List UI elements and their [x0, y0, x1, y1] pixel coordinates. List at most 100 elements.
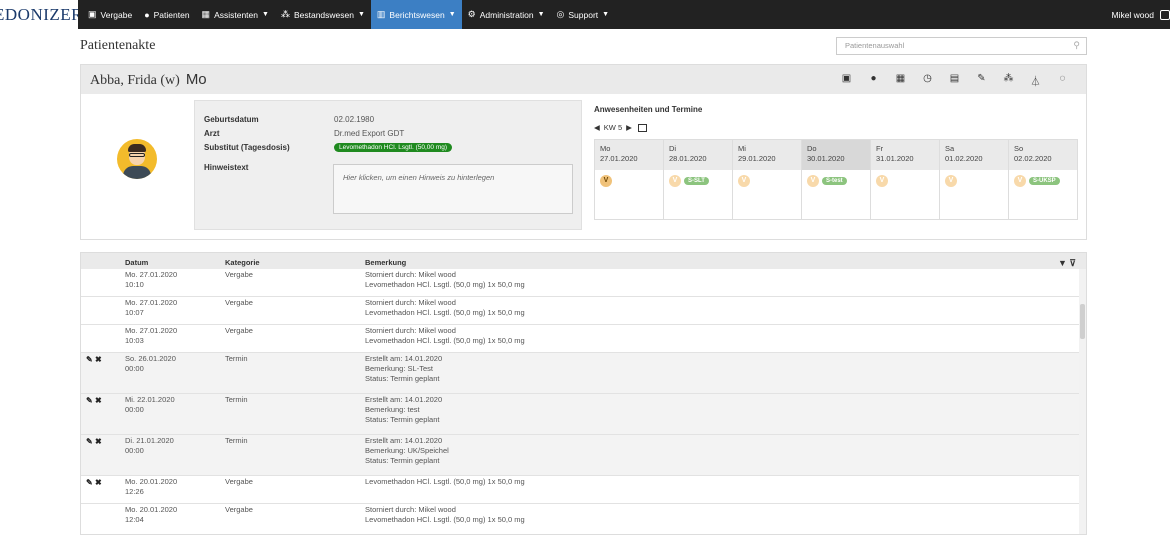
- delete-icon[interactable]: ✖: [95, 437, 102, 446]
- search-icon[interactable]: ⚲: [1073, 40, 1080, 51]
- filter-icon[interactable]: ▼ ⊽: [1058, 258, 1076, 269]
- edit-icon[interactable]: ✎: [86, 396, 93, 405]
- day-header: Fr 31.01.2020: [871, 140, 939, 170]
- dispense-badge[interactable]: V: [669, 175, 681, 187]
- day-date: 29.01.2020: [738, 154, 776, 163]
- remark-line: Levomethadon HCl. Lsgtl. (50,0 mg) 1x 50…: [365, 280, 525, 289]
- nav-item-support[interactable]: ◎ Support ▼: [551, 0, 616, 29]
- app-logo[interactable]: EDONIZER: [0, 0, 78, 29]
- day-date: 28.01.2020: [669, 154, 707, 163]
- nav-item-administration[interactable]: ⚙ Administration ▼: [462, 0, 551, 29]
- clock-icon[interactable]: ◷: [914, 73, 941, 88]
- category-cell: Termin: [225, 395, 248, 404]
- next-week-icon[interactable]: ▶: [626, 123, 632, 132]
- table-row[interactable]: ✎ ✖ So. 26.01.2020 00:00 Termin Erstellt am:…: [81, 353, 1081, 394]
- user-menu[interactable]: Mikel wood: [1111, 0, 1170, 29]
- table-row[interactable]: Mo. 27.01.2020 10:07 Vergabe Storniert durc…: [81, 297, 1081, 325]
- table-row[interactable]: ✎ ✖ Mo. 20.01.2020 12:26 Vergabe Levomethado…: [81, 476, 1081, 504]
- caret-down-icon: ▼: [262, 11, 269, 18]
- week-label: KW 5: [603, 123, 623, 132]
- book-icon: ▥: [376, 9, 386, 19]
- appointment-badge[interactable]: S-SLT: [684, 177, 709, 185]
- date-line: Di. 21.01.2020: [125, 436, 174, 445]
- cubes-icon[interactable]: ⁂: [995, 73, 1022, 88]
- date-cell: Mo. 27.01.2020 10:10: [125, 270, 177, 290]
- day-cell[interactable]: Do 30.01.2020 V S-test: [802, 140, 871, 219]
- flask-icon[interactable]: ⏃: [1022, 73, 1049, 88]
- logout-icon[interactable]: [1160, 9, 1170, 20]
- dispense-badge[interactable]: V: [738, 175, 750, 187]
- day-header: Mi 29.01.2020: [733, 140, 801, 170]
- day-cell[interactable]: Fr 31.01.2020 V: [871, 140, 940, 219]
- table-row[interactable]: Mo. 20.01.2020 12:04 Vergabe Storniert durc…: [81, 504, 1081, 534]
- patient-search-input[interactable]: Patientenauswahl ⚲: [836, 37, 1087, 55]
- nav-item-berichtswesen[interactable]: ▥ Berichtswesen ▼: [370, 0, 462, 29]
- edit-icon[interactable]: ✎: [86, 478, 93, 487]
- dispense-badge[interactable]: V: [945, 175, 957, 187]
- remark-cell: Storniert durch: Mikel wood Levomethadon …: [365, 505, 525, 525]
- scrollbar[interactable]: [1079, 269, 1086, 534]
- patient-name-text: Abba, Frida (w): [90, 72, 180, 88]
- briefcase-icon[interactable]: ▣: [833, 73, 860, 88]
- avatar: [117, 139, 157, 179]
- note-textarea[interactable]: Hier klicken, um einen Hinweis zu hinter…: [333, 164, 573, 214]
- nav-item-vergabe[interactable]: ▣ Vergabe: [82, 0, 138, 29]
- calendar-icon[interactable]: ▦: [887, 73, 914, 88]
- nav-item-bestandswesen[interactable]: ⁂ Bestandswesen ▼: [275, 0, 371, 29]
- day-name: Sa: [945, 144, 955, 153]
- search-placeholder: Patientenauswahl: [845, 41, 905, 50]
- briefcase-icon: ▣: [88, 9, 97, 19]
- user-icon[interactable]: ●: [860, 73, 887, 88]
- user-name[interactable]: Mikel wood: [1111, 10, 1154, 20]
- dob-label: Geburtsdatum: [204, 115, 259, 124]
- time-line: 00:00: [125, 446, 144, 455]
- remark-line: Levomethadon HCl. Lsgtl. (50,0 mg) 1x 50…: [365, 515, 525, 524]
- date-cell: Mo. 20.01.2020 12:04: [125, 505, 177, 525]
- remark-line: Erstellt am: 14.01.2020: [365, 354, 443, 363]
- week-calendar: Mo 27.01.2020 V Di 28.01.2020 V S-SLT Mi 29.01.2…: [594, 139, 1078, 220]
- column-header-category[interactable]: Kategorie: [225, 258, 260, 267]
- remark-line: Levomethadon HCl. Lsgtl. (50,0 mg) 1x 50…: [365, 308, 525, 317]
- edit-icon[interactable]: ✎: [86, 355, 93, 364]
- day-tag: Mo: [185, 70, 207, 88]
- appointment-badge[interactable]: S-test: [822, 177, 847, 185]
- note-label: Hinweistext: [204, 163, 249, 172]
- nav-item-assistenten[interactable]: ▦ Assistenten ▼: [196, 0, 275, 29]
- table-row[interactable]: Mo. 27.01.2020 10:03 Vergabe Storniert durc…: [81, 325, 1081, 353]
- day-cell[interactable]: Di 28.01.2020 V S-SLT: [664, 140, 733, 219]
- day-cell[interactable]: Mo 27.01.2020 V: [595, 140, 664, 219]
- edit-icon[interactable]: ✎: [86, 437, 93, 446]
- day-events: V: [871, 170, 939, 192]
- appointment-badge[interactable]: S-UKSP: [1029, 177, 1060, 185]
- scrollbar-thumb[interactable]: [1080, 304, 1085, 339]
- day-cell[interactable]: Sa 01.02.2020 V: [940, 140, 1009, 219]
- dispense-badge[interactable]: V: [876, 175, 888, 187]
- nav-item-patienten[interactable]: ● Patienten: [138, 0, 195, 29]
- table-row[interactable]: Mo. 27.01.2020 10:10 Vergabe Storniert durc…: [81, 269, 1081, 297]
- table-row[interactable]: ✎ ✖ Di. 21.01.2020 00:00 Termin Erstellt am:…: [81, 435, 1081, 476]
- substitute-label: Substitut (Tagesdosis): [204, 143, 290, 152]
- table-row[interactable]: ✎ ✖ Mi. 22.01.2020 00:00 Termin Erstellt am:…: [81, 394, 1081, 435]
- dispense-badge[interactable]: V: [1014, 175, 1026, 187]
- column-header-remark[interactable]: Bemerkung: [365, 258, 406, 267]
- day-cell[interactable]: So 02.02.2020 V S-UKSP: [1009, 140, 1077, 219]
- document-icon[interactable]: ▤: [941, 73, 968, 88]
- remark-line: Status: Termin geplant: [365, 374, 440, 383]
- prev-week-icon[interactable]: ◀: [594, 123, 600, 132]
- dispense-badge[interactable]: V: [600, 175, 612, 187]
- edit-icon[interactable]: ✎: [968, 73, 995, 88]
- patient-info-box: Geburtsdatum 02.02.1980 Arzt Dr.med Expo…: [194, 100, 582, 230]
- dispense-badge[interactable]: V: [807, 175, 819, 187]
- day-cell[interactable]: Mi 29.01.2020 V: [733, 140, 802, 219]
- delete-icon[interactable]: ✖: [95, 478, 102, 487]
- date-line: Mo. 20.01.2020: [125, 477, 178, 486]
- column-header-date[interactable]: Datum: [125, 258, 148, 267]
- day-events: V: [940, 170, 1008, 192]
- comment-icon[interactable]: ◌: [1049, 73, 1076, 88]
- delete-icon[interactable]: ✖: [95, 355, 102, 364]
- day-date: 02.02.2020: [1014, 154, 1052, 163]
- avatar-glasses: [129, 153, 145, 157]
- dob-value: 02.02.1980: [334, 115, 375, 124]
- delete-icon[interactable]: ✖: [95, 396, 102, 405]
- calendar-picker-icon[interactable]: [637, 123, 647, 132]
